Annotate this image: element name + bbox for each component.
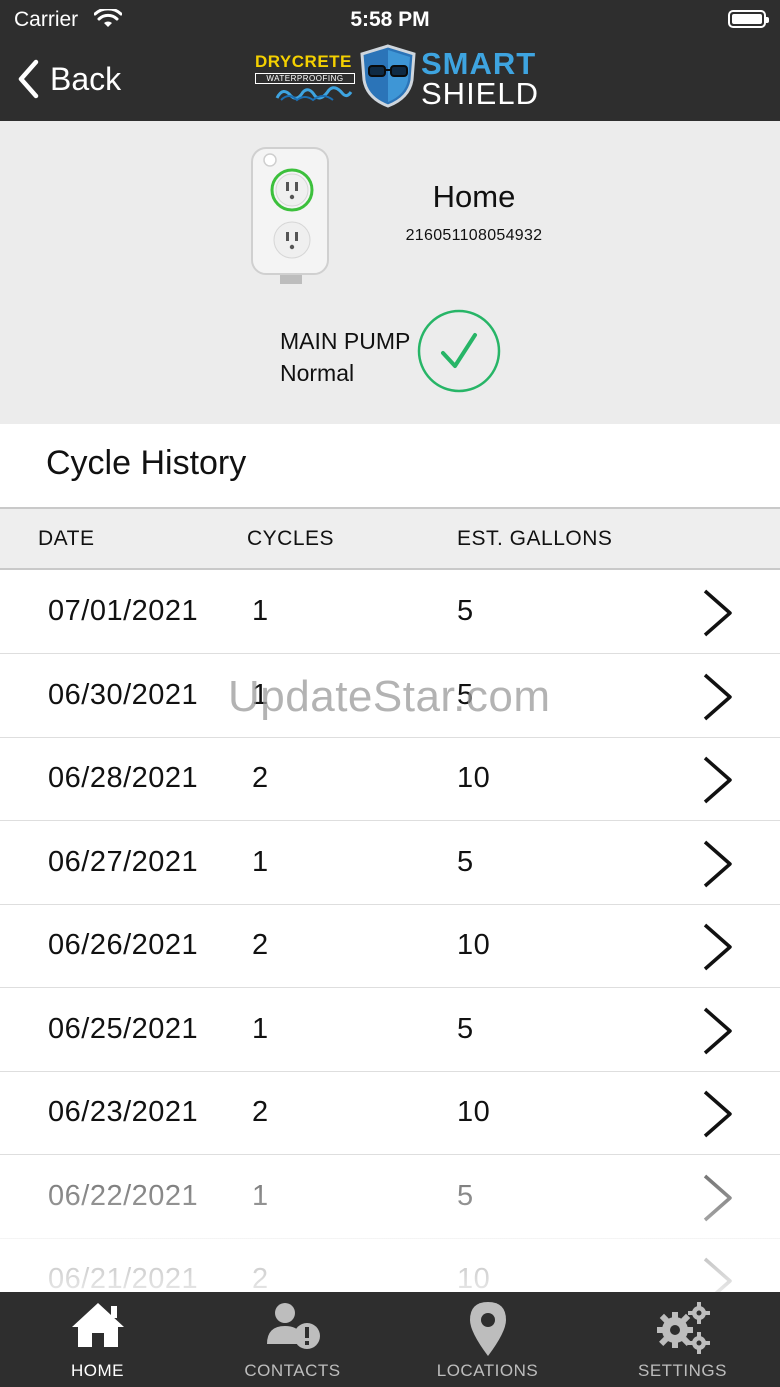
watermark: UpdateStar.com bbox=[228, 672, 551, 721]
drycrete-wordmark: DRYCRETE bbox=[255, 52, 352, 71]
table-row[interactable]: 06/25/2021 1 5 bbox=[0, 989, 780, 1072]
device-serial: 216051108054932 bbox=[405, 227, 543, 244]
chevron-right-icon bbox=[703, 756, 732, 804]
chevron-right-icon bbox=[703, 673, 732, 721]
tab-locations[interactable]: LOCATIONS bbox=[390, 1292, 585, 1387]
shield-glasses-icon bbox=[360, 44, 416, 108]
chevron-right-icon bbox=[703, 840, 732, 888]
row-date: 06/25/2021 bbox=[48, 1013, 199, 1045]
drycrete-logo: DRYCRETE WATERPROOFING bbox=[255, 52, 355, 104]
row-cycles: 2 bbox=[252, 929, 269, 961]
pump-status: Normal bbox=[280, 360, 355, 386]
row-cycles: 1 bbox=[252, 1180, 269, 1212]
app-header: Carrier 5:58 PM Back DRYCRETE WATERPROOF… bbox=[0, 0, 780, 121]
row-gallons: 10 bbox=[457, 1096, 491, 1128]
row-date: 06/26/2021 bbox=[48, 929, 199, 961]
tab-locations-label: LOCATIONS bbox=[436, 1361, 539, 1380]
device-name: Home bbox=[432, 179, 516, 214]
check-circle-icon bbox=[417, 309, 501, 393]
row-gallons: 5 bbox=[457, 1013, 474, 1045]
table-row[interactable]: 06/28/2021 2 10 bbox=[0, 738, 780, 821]
tab-home[interactable]: HOME bbox=[0, 1292, 195, 1387]
battery-icon bbox=[728, 10, 769, 28]
row-gallons: 5 bbox=[457, 1180, 474, 1212]
contacts-alert-icon bbox=[266, 1303, 320, 1349]
row-date: 06/22/2021 bbox=[48, 1180, 199, 1212]
tab-settings-label: SETTINGS bbox=[637, 1361, 727, 1380]
tab-contacts[interactable]: CONTACTS bbox=[195, 1292, 390, 1387]
row-gallons: 5 bbox=[457, 595, 474, 627]
table-row[interactable]: 06/27/2021 1 5 bbox=[0, 822, 780, 905]
chevron-right-icon bbox=[703, 1007, 732, 1055]
cycle-history-title: Cycle History bbox=[46, 444, 247, 482]
chevron-left-icon bbox=[18, 59, 39, 99]
smart-shield-logo: DRYCRETE WATERPROOFING SMART SHIELD bbox=[255, 44, 538, 111]
back-button[interactable]: Back bbox=[16, 56, 121, 102]
chevron-right-icon bbox=[703, 923, 732, 971]
row-date: 07/01/2021 bbox=[48, 595, 199, 627]
column-gallons: EST. GALLONS bbox=[457, 527, 613, 550]
row-gallons: 10 bbox=[457, 929, 491, 961]
tab-settings[interactable]: SETTINGS bbox=[585, 1292, 780, 1387]
location-pin-icon bbox=[469, 1302, 506, 1356]
row-date: 06/28/2021 bbox=[48, 762, 199, 794]
smart-plug-image bbox=[251, 147, 329, 284]
shield-wordmark: SHIELD bbox=[421, 76, 539, 111]
column-date: DATE bbox=[38, 527, 95, 550]
back-label: Back bbox=[50, 60, 122, 97]
tab-bar: HOME CONTACTS LOCATIONS SETTINGS bbox=[0, 1292, 780, 1387]
row-gallons: 5 bbox=[457, 846, 474, 878]
tab-home-label: HOME bbox=[71, 1361, 124, 1380]
row-cycles: 1 bbox=[252, 1013, 269, 1045]
chevron-right-icon bbox=[703, 1174, 732, 1222]
chevron-right-icon bbox=[703, 589, 732, 637]
waterproofing-wordmark: WATERPROOFING bbox=[255, 73, 355, 84]
table-row[interactable]: 06/26/2021 2 10 bbox=[0, 905, 780, 988]
gears-icon bbox=[656, 1302, 710, 1354]
table-row[interactable]: 06/23/2021 2 10 bbox=[0, 1072, 780, 1155]
row-cycles: 2 bbox=[252, 1096, 269, 1128]
table-row[interactable]: 06/22/2021 1 5 bbox=[0, 1156, 780, 1239]
tab-contacts-label: CONTACTS bbox=[244, 1361, 341, 1380]
table-header: DATE CYCLES EST. GALLONS bbox=[0, 507, 780, 570]
wave-graphic bbox=[275, 86, 353, 102]
pump-status-block: MAIN PUMP Normal bbox=[280, 325, 410, 389]
home-icon bbox=[71, 1303, 124, 1347]
table-row[interactable]: 07/01/2021 1 5 bbox=[0, 571, 780, 654]
row-date: 06/30/2021 bbox=[48, 679, 199, 711]
row-gallons: 10 bbox=[457, 762, 491, 794]
row-cycles: 1 bbox=[252, 595, 269, 627]
row-cycles: 1 bbox=[252, 846, 269, 878]
pump-label: MAIN PUMP bbox=[280, 328, 411, 354]
column-cycles: CYCLES bbox=[247, 527, 335, 550]
status-time: 5:58 PM bbox=[350, 8, 430, 31]
row-date: 06/27/2021 bbox=[48, 846, 199, 878]
row-cycles: 2 bbox=[252, 762, 269, 794]
device-panel: Home 216051108054932 MAIN PUMP Normal bbox=[0, 121, 780, 424]
chevron-right-icon bbox=[703, 1090, 732, 1138]
row-date: 06/23/2021 bbox=[48, 1096, 199, 1128]
